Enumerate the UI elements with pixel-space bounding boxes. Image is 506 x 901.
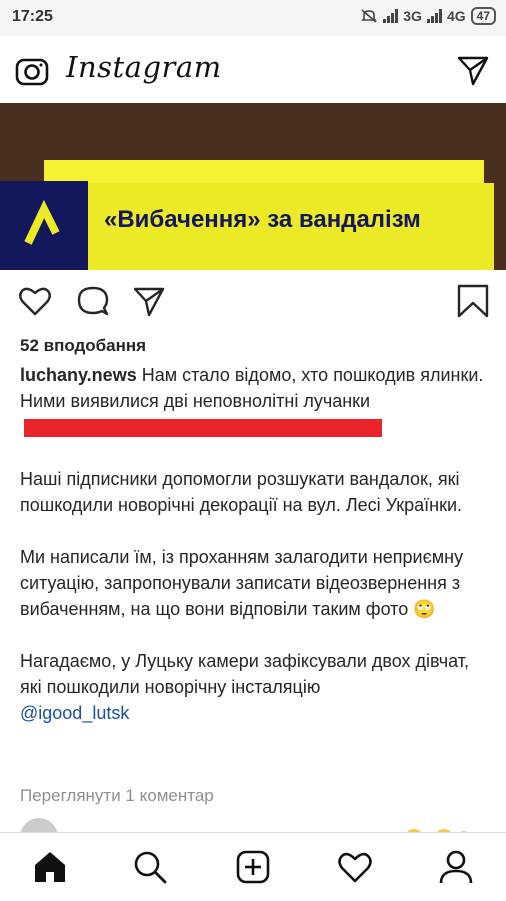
likes-count[interactable]: 52 вподобання: [20, 336, 146, 356]
mute-icon: [361, 9, 378, 23]
direct-send-icon[interactable]: [456, 53, 490, 87]
bottom-navigation: [0, 832, 506, 901]
top-bar: Instagram: [0, 36, 506, 103]
brand-logo-icon: [24, 199, 60, 245]
post-actions: [0, 270, 506, 334]
redacted-mention: [24, 419, 382, 438]
activity-heart-icon[interactable]: [337, 849, 373, 885]
caption-paragraph: Ми написали їм, із проханням залагодити …: [20, 547, 464, 619]
app-logo: Instagram: [66, 50, 222, 84]
signal-icon: [383, 9, 399, 23]
battery-icon: 47: [470, 7, 496, 25]
image-logo-block: [0, 181, 88, 270]
signal-icon-2: [426, 9, 442, 23]
add-post-icon[interactable]: [235, 849, 271, 885]
view-comments-link[interactable]: Переглянути 1 коментар: [20, 786, 214, 806]
post-caption: luchany.news Нам стало відомо, хто пошко…: [20, 362, 490, 726]
camera-icon[interactable]: [14, 53, 50, 89]
mention-link[interactable]: @igood_lutsk: [20, 703, 129, 723]
caption-paragraph: Наші підписники допомогли розшукати ванд…: [20, 469, 463, 515]
caption-text-4: Нагадаємо, у Луцьку камери зафіксували д…: [20, 651, 470, 697]
status-time: 17:25: [12, 8, 53, 25]
profile-icon[interactable]: [438, 849, 474, 885]
network-label-2: 4G: [446, 8, 466, 24]
caption-paragraph: luchany.news Нам стало відомо, хто пошко…: [20, 362, 490, 440]
network-label-1: 3G: [403, 8, 422, 24]
avatar[interactable]: [20, 818, 58, 832]
heart-icon[interactable]: [18, 284, 52, 318]
post-image[interactable]: «Вибачення» за вандалізм: [0, 103, 506, 270]
comment-icon[interactable]: [76, 284, 110, 318]
status-bar: 17:25 3G 4G 47: [0, 0, 506, 36]
caption-paragraph: Нагадаємо, у Луцьку камери зафіксували д…: [20, 648, 490, 726]
image-headline: «Вибачення» за вандалізм: [104, 206, 421, 233]
home-icon[interactable]: [32, 849, 68, 885]
share-icon[interactable]: [132, 284, 166, 318]
post-username[interactable]: luchany.news: [20, 365, 137, 385]
comment-preview: [0, 818, 506, 832]
bookmark-icon[interactable]: [456, 284, 490, 318]
status-icons: 3G 4G 47: [360, 7, 496, 25]
search-icon[interactable]: [132, 849, 168, 885]
